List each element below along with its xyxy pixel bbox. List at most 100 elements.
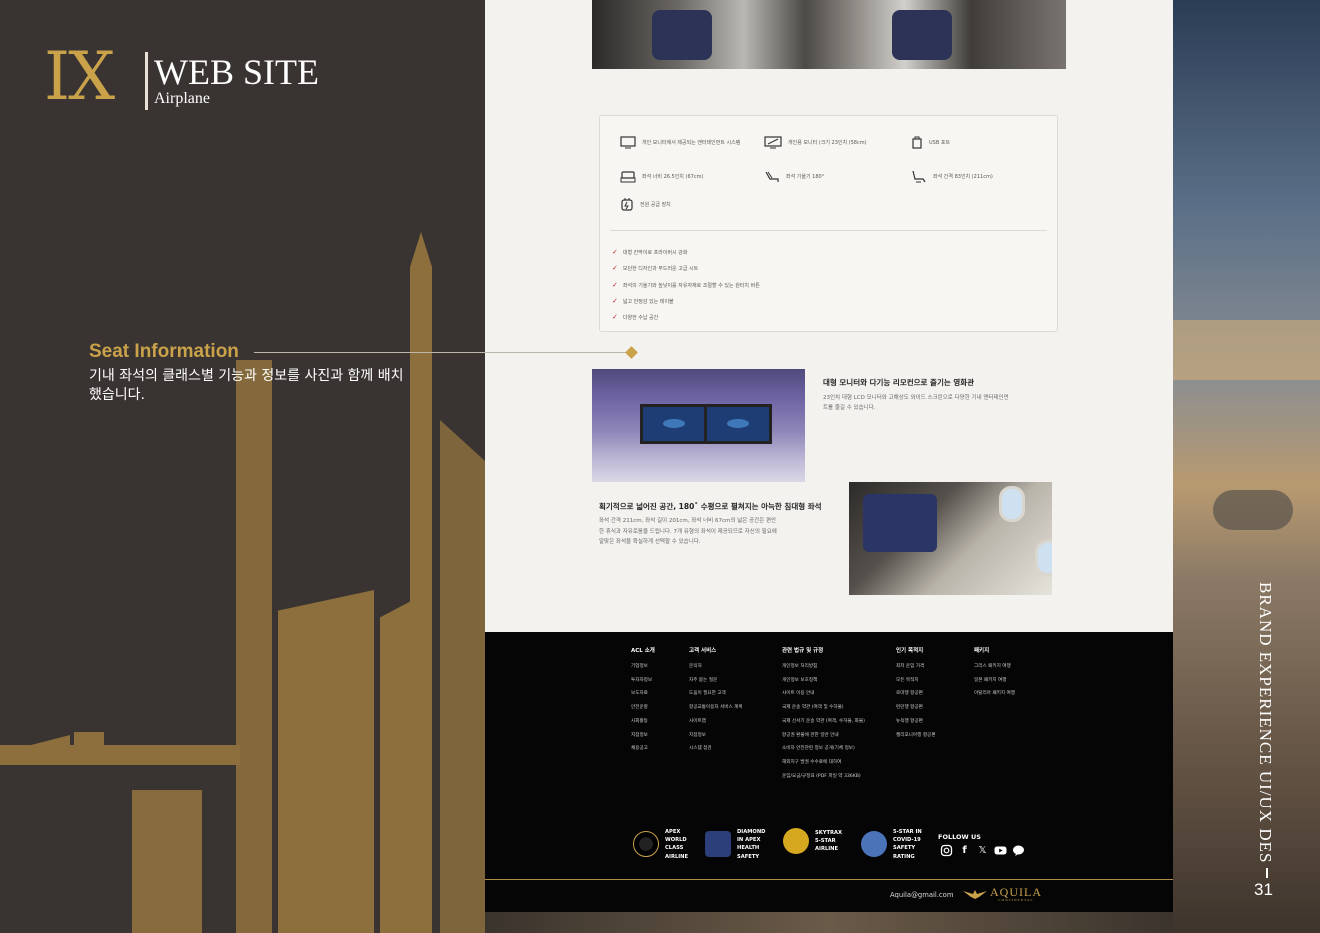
feature-item: 좌석 간격 83인치 (211cm) [911,170,993,183]
section-title: Seat Information [89,341,239,362]
decor-shape [74,732,104,748]
footer-link[interactable]: 국제 운송 약관 (여객 및 수하물) [782,701,865,715]
check-icon: ✓ [612,248,618,256]
usb-icon [912,136,922,149]
divider [610,230,1047,231]
feature-label: 좌석 기울기 180° [786,174,825,180]
footer-link[interactable]: 사회활동 [631,715,655,729]
feature-label: 전원 공급 장치 [640,202,671,208]
footer-link[interactable]: 소비자 안전관련 정보 공개(기체 정보) [782,742,865,756]
airplane-silhouette [1213,490,1293,530]
footer-link[interactable]: 기업정보 [631,660,655,674]
cabin-photo [592,0,1066,69]
eagle-icon [963,890,987,899]
footer-link[interactable]: 시스템 점검 [689,742,743,756]
footer-link[interactable]: 일본 패키지 여행 [974,674,1015,688]
footer-column-title: 고객 서비스 [689,648,717,654]
footer-link[interactable]: 자주 묻는 질문 [689,674,743,688]
window-shape [999,486,1025,522]
feature-item: 개인 모니터에서 제공되는 엔터테인먼트 시스템 [620,136,740,149]
seat-pitch-icon [912,170,926,183]
award-item: DIAMOND IN APEX HEALTH SAFETY [705,828,765,861]
decor-shape [132,790,202,933]
footer-link[interactable]: 항공권 환불에 관한 일반 안내 [782,729,865,743]
page-divider [1266,868,1268,878]
screen-shape [640,404,708,444]
decor-shape [440,420,485,933]
footer-link[interactable]: 사이트맵 [689,715,743,729]
logo-divider [145,52,148,110]
feature-item: 좌석 너비 26.5인치 (67cm) [620,170,703,183]
feature-item: USB 포트 [911,136,950,149]
footer-link[interactable]: 안전운항 [631,701,655,715]
brand-logo: AQUILA CONTINENTAL [963,886,1042,902]
footer-link[interactable]: 항공교통이용자 서비스 계획 [689,701,743,715]
footer-column: 고객 서비스 문의처 자주 묻는 질문 도움이 필요한 고객 항공교통이용자 서… [689,646,743,756]
footer-link[interactable]: 로마행 항공편 [896,687,936,701]
monitor-icon [620,136,636,149]
footer-link[interactable]: 지점정보 [689,729,743,743]
footer-link[interactable]: 개인정보 처리방침 [782,660,865,674]
seat-shape [892,10,952,60]
decor-shape [236,360,272,933]
award-badge-icon [633,831,659,858]
footer-link[interactable]: 문의처 [689,660,743,674]
social-links: f 𝕏 [940,844,1025,857]
footer-link[interactable]: 국제 선서기 운송 약관 (여객, 수하물, 화물) [782,715,865,729]
checklist-item: ✓ 다양한 수납 공간 [612,313,659,322]
content-title: 획기적으로 넓어진 공간, 180˚ 수평으로 펼쳐지는 아늑한 침대형 좌석 [599,502,822,511]
decor-shape [278,590,374,933]
seat-width-icon [620,171,636,183]
facebook-icon[interactable]: f [958,844,971,857]
x-icon[interactable]: 𝕏 [976,844,989,857]
footer-link[interactable]: 뉴욕행 항공편 [896,715,936,729]
background-photo-strip [485,912,1173,933]
award-badge-icon [783,828,809,854]
footer-link[interactable]: 사이트 이용 안내 [782,687,865,701]
window-shape [1035,540,1052,576]
footer-link[interactable]: 모든 목적지 [896,674,936,688]
award-badge-icon [705,831,731,858]
footer-column: 인기 목적지 최저 운임 가격 모든 목적지 로마행 항공편 런던행 항공편 뉴… [896,646,936,742]
youtube-icon[interactable] [994,844,1007,857]
page-subtitle: Airplane [154,90,210,107]
decor-shape [380,590,432,933]
check-icon: ✓ [612,264,618,272]
sunset-glow [1173,320,1320,380]
logo-mark: IX [44,38,115,115]
footer-link[interactable]: 운임/요금/규정표 (PDF 파일 약 336KB) [782,770,865,784]
footer-link[interactable]: 지점정보 [631,729,655,743]
award-item: APEX WORLD CLASS AIRLINE [633,828,688,861]
footer-column-title: ACL 소개 [631,648,655,654]
check-icon: ✓ [612,281,618,289]
footer-column-title: 패키지 [974,648,990,654]
feature-label: 개인 모니터에서 제공되는 엔터테인먼트 시스템 [642,140,741,146]
footer-link[interactable]: 캘리포니아행 항공편 [896,729,936,743]
feature-label: 개인용 모니터 (크기 23인치 (58cm) [788,140,867,146]
check-icon: ✓ [612,297,618,305]
checklist-item: ✓ 대형 칸막이로 프라이버시 강화 [612,248,688,257]
feature-item: 전원 공급 장치 [620,197,671,212]
footer-link[interactable]: 해외지구 발권 수수료에 대하여 [782,756,865,770]
contact-email[interactable]: Aquila@gmail.com [890,891,953,899]
content-title: 대형 모니터와 다기능 리모컨으로 즐기는 영화관 [823,378,975,387]
checklist-item: ✓ 모던한 디자인과 부드러운 고급 시트 [612,264,699,273]
footer-link[interactable]: 보도자료 [631,687,655,701]
footer-link[interactable]: 런던행 항공편 [896,701,936,715]
footer-link[interactable]: 그리스 패키지 여행 [974,660,1015,674]
screen-shape [704,404,772,444]
footer-link[interactable]: 투자자정보 [631,674,655,688]
seat-shape [863,494,937,552]
footer-link[interactable]: 이탈리아 패키지 여행 [974,687,1015,701]
footer-link[interactable]: 최저 운임 가격 [896,660,936,674]
background-photo [1173,0,1320,933]
instagram-icon[interactable] [940,844,953,857]
page-title: WEB SITE [154,52,319,92]
footer-column: 패키지 그리스 패키지 여행 일본 패키지 여행 이탈리아 패키지 여행 [974,646,1015,701]
chat-icon[interactable] [1012,844,1025,857]
footer-link[interactable]: 개인정보 보호정책 [782,674,865,688]
footer-link[interactable]: 채용공고 [631,742,655,756]
content-body: 23인치 대형 LCD 모니터와 고해상도 와이드 스크린으로 다양한 기내 엔… [823,395,1009,411]
footer-link[interactable]: 도움이 필요한 고객 [689,687,743,701]
feature-item: 개인용 모니터 (크기 23인치 (58cm) [764,136,867,149]
